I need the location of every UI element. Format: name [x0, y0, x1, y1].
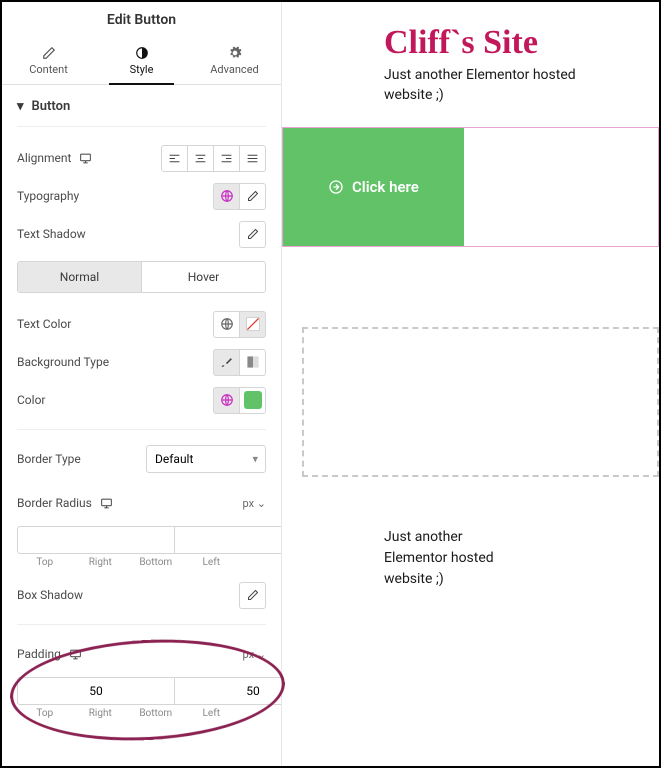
align-justify-button[interactable]	[239, 145, 266, 172]
control-border-radius: Border Radius px ⌄ Top Right Bottom Left	[17, 484, 266, 568]
box-shadow-edit-button[interactable]	[239, 582, 266, 609]
tab-advanced[interactable]: Advanced	[188, 38, 281, 84]
label-right: Right	[73, 557, 129, 568]
label-right: Right	[73, 708, 129, 719]
site-tagline: Just another Elementor hosted website ;)	[384, 66, 594, 105]
typography-global-button[interactable]	[213, 183, 240, 210]
padding-right-input[interactable]	[174, 677, 281, 705]
gradient-icon	[246, 355, 260, 369]
padding-unit[interactable]: px ⌄	[242, 648, 266, 661]
editor-sidebar: Edit Button Content Style Advanced ▾ But…	[2, 2, 282, 766]
contrast-icon	[135, 46, 149, 60]
section-title: Button	[32, 99, 71, 114]
box-shadow-label: Box Shadow	[17, 588, 83, 602]
pencil-icon	[247, 589, 259, 601]
label-bottom: Bottom	[128, 708, 184, 719]
align-justify-icon	[246, 152, 259, 165]
empty-section-placeholder[interactable]	[302, 327, 659, 477]
pencil-icon	[42, 46, 56, 60]
editor-tabs: Content Style Advanced	[2, 38, 281, 85]
tab-style[interactable]: Style	[95, 38, 188, 84]
tab-advanced-label: Advanced	[210, 63, 258, 76]
tab-content[interactable]: Content	[2, 38, 95, 84]
preview-button[interactable]: Click here	[283, 128, 464, 246]
section-toggle-button[interactable]: ▾ Button	[17, 85, 266, 127]
border-radius-unit[interactable]: px ⌄	[242, 497, 266, 510]
divider	[17, 624, 266, 625]
divider	[17, 429, 266, 430]
control-border-type: Border Type Default	[17, 440, 266, 478]
align-left-button[interactable]	[161, 145, 188, 172]
color-label: Color	[17, 393, 45, 407]
site-title: Cliff`s Site	[384, 24, 659, 62]
pencil-icon	[247, 228, 259, 240]
alignment-label: Alignment	[17, 151, 71, 165]
align-left-icon	[168, 152, 181, 165]
control-color: Color	[17, 381, 266, 419]
control-text-shadow: Text Shadow	[17, 215, 266, 253]
label-left: Left	[184, 708, 240, 719]
align-center-button[interactable]	[187, 145, 214, 172]
state-tab-normal[interactable]: Normal	[18, 262, 141, 292]
bg-gradient-button[interactable]	[239, 349, 266, 376]
no-color-icon	[245, 316, 261, 332]
color-swatch-button[interactable]	[239, 387, 266, 414]
bg-classic-button[interactable]	[213, 349, 240, 376]
preview-button-label: Click here	[352, 178, 419, 196]
text-color-global-button[interactable]	[213, 311, 240, 338]
button-widget-container[interactable]: Click here	[282, 127, 659, 247]
label-bottom: Bottom	[128, 557, 184, 568]
border-radius-label: Border Radius	[17, 496, 92, 510]
border-type-label: Border Type	[17, 452, 81, 466]
globe-icon	[220, 189, 234, 203]
globe-icon	[220, 317, 234, 331]
text-shadow-label: Text Shadow	[17, 227, 86, 241]
control-box-shadow: Box Shadow	[17, 576, 266, 614]
control-padding: Padding px ⌄ Top Right Bottom Left	[17, 635, 266, 719]
border-radius-top-input[interactable]	[17, 526, 175, 554]
text-color-label: Text Color	[17, 317, 71, 331]
background-type-label: Background Type	[17, 355, 109, 369]
control-typography: Typography	[17, 177, 266, 215]
panel-title: Edit Button	[2, 2, 281, 38]
globe-icon	[220, 393, 234, 407]
control-text-color: Text Color	[17, 305, 266, 343]
panel-content: ▾ Button Alignment Typography Text S	[2, 85, 281, 766]
brush-icon	[220, 356, 233, 369]
desktop-icon[interactable]	[100, 497, 113, 510]
color-global-button[interactable]	[213, 387, 240, 414]
padding-label: Padding	[17, 647, 61, 661]
align-center-icon	[194, 152, 207, 165]
border-radius-right-input[interactable]	[174, 526, 281, 554]
border-type-select[interactable]: Default	[146, 445, 266, 473]
desktop-icon[interactable]	[79, 152, 92, 165]
pencil-icon	[247, 190, 259, 202]
label-top: Top	[17, 708, 73, 719]
caret-down-icon: ▾	[17, 99, 24, 114]
text-color-swatch-button[interactable]	[239, 311, 266, 338]
arrow-circle-icon	[328, 179, 344, 195]
label-left: Left	[184, 557, 240, 568]
control-alignment: Alignment	[17, 139, 266, 177]
state-tab-hover[interactable]: Hover	[141, 262, 265, 292]
desktop-icon[interactable]	[69, 648, 82, 661]
text-shadow-edit-button[interactable]	[239, 221, 266, 248]
padding-top-input[interactable]	[17, 677, 175, 705]
gear-icon	[228, 46, 242, 60]
control-background-type: Background Type	[17, 343, 266, 381]
footer-text: Just another Elementor hosted website ;)	[384, 527, 524, 590]
preview-canvas: Cliff`s Site Just another Elementor host…	[282, 2, 659, 766]
align-right-icon	[220, 152, 233, 165]
tab-style-label: Style	[130, 63, 154, 76]
typography-edit-button[interactable]	[239, 183, 266, 210]
label-top: Top	[17, 557, 73, 568]
color-swatch	[244, 391, 262, 409]
state-tabs: Normal Hover	[17, 261, 266, 293]
align-right-button[interactable]	[213, 145, 240, 172]
typography-label: Typography	[17, 189, 79, 203]
tab-content-label: Content	[29, 63, 68, 76]
